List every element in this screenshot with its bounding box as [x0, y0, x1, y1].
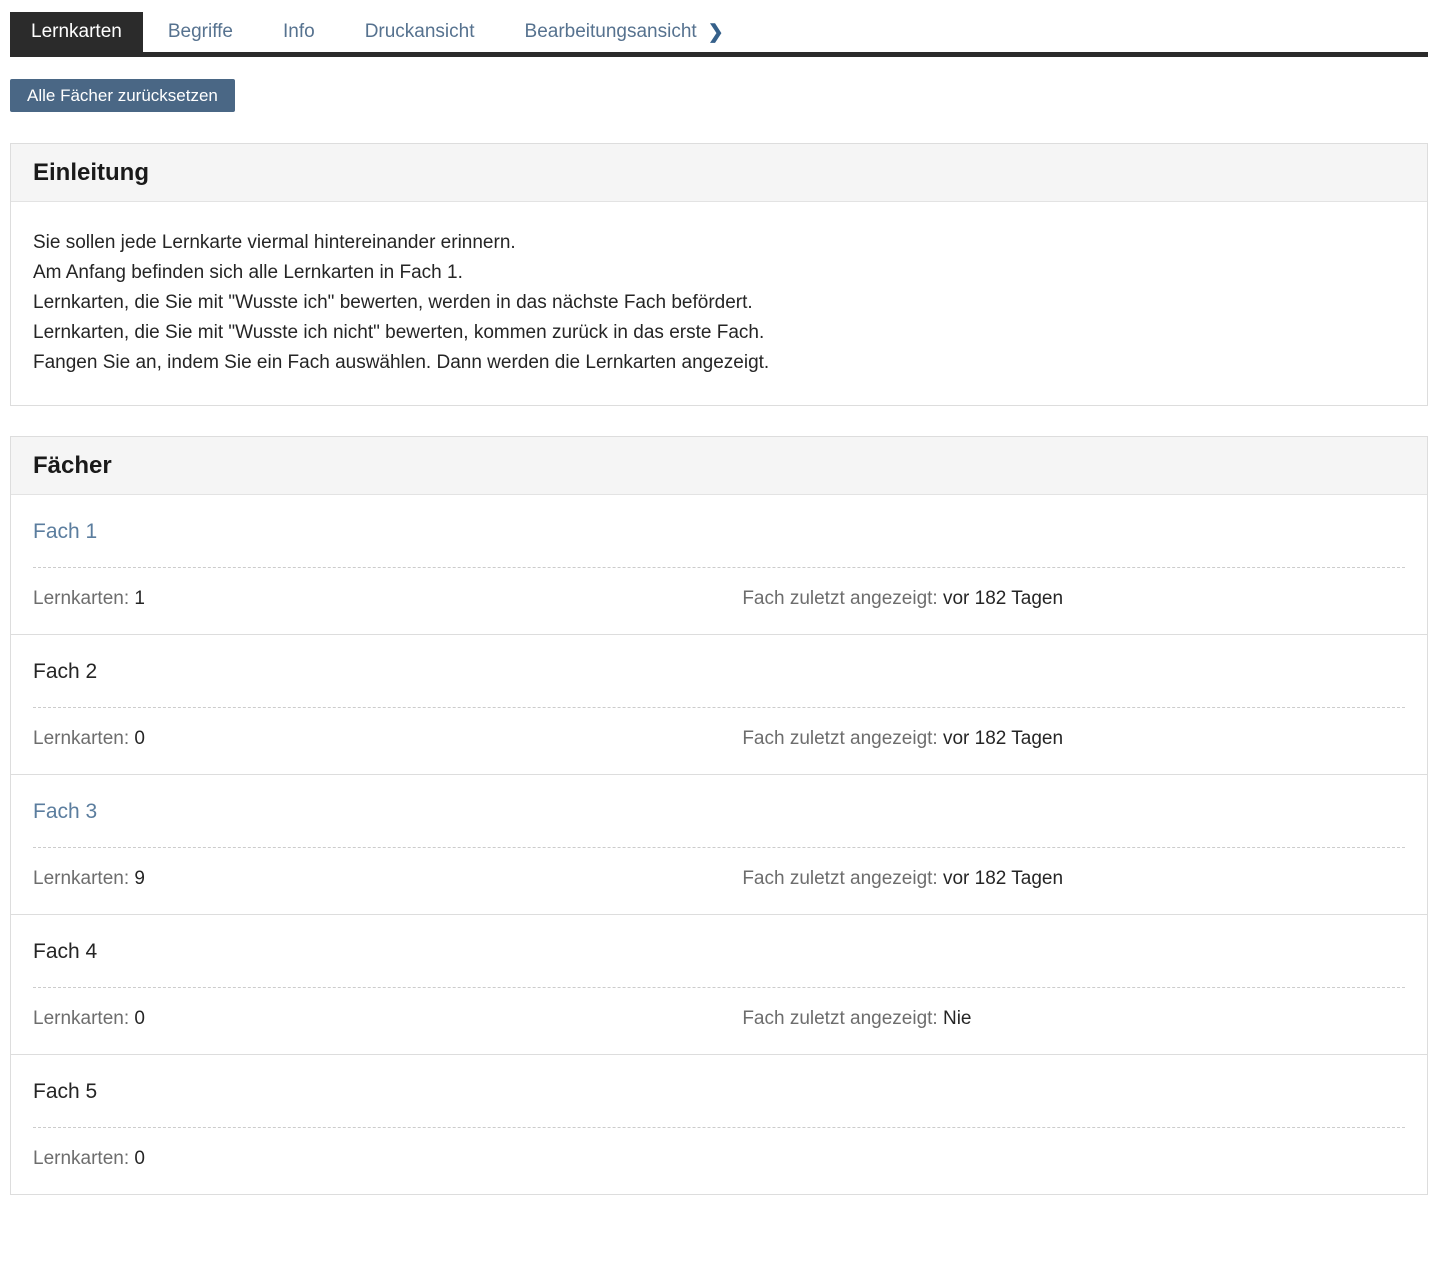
intro-line: Lernkarten, die Sie mit "Wusste ich nich…	[33, 318, 1405, 348]
faecher-panel-title: Fächer	[33, 451, 1405, 480]
last-shown-value: Nie	[943, 1008, 972, 1029]
cards-count-value: 0	[134, 1008, 145, 1029]
cards-count-label: Lernkarten:	[33, 868, 129, 889]
fach-row: Fach 4 Lernkarten: 0 Fach zuletzt angeze…	[11, 914, 1427, 1054]
cards-count-label: Lernkarten:	[33, 728, 129, 749]
fach-details: Lernkarten: 9 Fach zuletzt angezeigt: vo…	[33, 867, 1405, 891]
cards-count: Lernkarten: 0	[33, 727, 742, 751]
fach-details: Lernkarten: 0 Fach zuletzt angezeigt:	[33, 1147, 1405, 1171]
last-shown-label: Fach zuletzt angezeigt:	[742, 868, 937, 889]
row-divider	[33, 987, 1405, 988]
last-shown: Fach zuletzt angezeigt: Nie	[742, 1007, 1405, 1031]
fach-title-link[interactable]: Fach 3	[33, 799, 1405, 824]
tab-bearbeitungsansicht[interactable]: Bearbeitungsansicht ❯	[500, 12, 749, 52]
last-shown-label: Fach zuletzt angezeigt:	[742, 728, 937, 749]
cards-count: Lernkarten: 1	[33, 587, 742, 611]
intro-line: Sie sollen jede Lernkarte viermal hinter…	[33, 228, 1405, 258]
row-divider	[33, 847, 1405, 848]
tab-bar: Lernkarten Begriffe Info Druckansicht Be…	[10, 12, 1428, 57]
cards-count-label: Lernkarten:	[33, 1008, 129, 1029]
row-divider	[33, 1127, 1405, 1128]
intro-line: Am Anfang befinden sich alle Lernkarten …	[33, 258, 1405, 288]
intro-panel: Einleitung Sie sollen jede Lernkarte vie…	[10, 143, 1428, 406]
cards-count-value: 0	[134, 1148, 145, 1169]
last-shown: Fach zuletzt angezeigt: vor 182 Tagen	[742, 727, 1405, 751]
fach-row: Fach 1 Lernkarten: 1 Fach zuletzt angeze…	[11, 495, 1427, 634]
reset-all-faecher-button[interactable]: Alle Fächer zurücksetzen	[10, 79, 235, 112]
last-shown-value: vor 182 Tagen	[943, 588, 1063, 609]
chevron-right-icon: ❯	[708, 23, 724, 42]
cards-count-value: 0	[134, 728, 145, 749]
fach-details: Lernkarten: 0 Fach zuletzt angezeigt: Ni…	[33, 1007, 1405, 1031]
fach-title-link[interactable]: Fach 1	[33, 519, 1405, 544]
intro-panel-header: Einleitung	[11, 144, 1427, 202]
cards-count: Lernkarten: 9	[33, 867, 742, 891]
tab-druckansicht[interactable]: Druckansicht	[340, 12, 500, 52]
row-divider	[33, 567, 1405, 568]
last-shown-value: vor 182 Tagen	[943, 728, 1063, 749]
tab-begriffe[interactable]: Begriffe	[143, 12, 258, 52]
intro-line: Fangen Sie an, indem Sie ein Fach auswäh…	[33, 348, 1405, 378]
cards-count-label: Lernkarten:	[33, 1148, 129, 1169]
last-shown-label: Fach zuletzt angezeigt:	[742, 1008, 937, 1029]
tab-info[interactable]: Info	[258, 12, 340, 52]
fach-list: Fach 1 Lernkarten: 1 Fach zuletzt angeze…	[11, 495, 1427, 1194]
fach-details: Lernkarten: 0 Fach zuletzt angezeigt: vo…	[33, 727, 1405, 751]
last-shown: Fach zuletzt angezeigt: vor 182 Tagen	[742, 587, 1405, 611]
last-shown: Fach zuletzt angezeigt: vor 182 Tagen	[742, 867, 1405, 891]
fach-title: Fach 5	[33, 1079, 1405, 1104]
last-shown-value: vor 182 Tagen	[943, 868, 1063, 889]
cards-count-label: Lernkarten:	[33, 588, 129, 609]
page: Lernkarten Begriffe Info Druckansicht Be…	[10, 0, 1428, 1195]
row-divider	[33, 707, 1405, 708]
fach-row: Fach 5 Lernkarten: 0 Fach zuletzt angeze…	[11, 1054, 1427, 1194]
cards-count: Lernkarten: 0	[33, 1147, 742, 1171]
intro-panel-body: Sie sollen jede Lernkarte viermal hinter…	[11, 202, 1427, 405]
intro-panel-title: Einleitung	[33, 158, 1405, 187]
last-shown-label: Fach zuletzt angezeigt:	[742, 588, 937, 609]
tab-lernkarten[interactable]: Lernkarten	[10, 12, 143, 52]
fach-row: Fach 2 Lernkarten: 0 Fach zuletzt angeze…	[11, 634, 1427, 774]
fach-row: Fach 3 Lernkarten: 9 Fach zuletzt angeze…	[11, 774, 1427, 914]
fach-title: Fach 4	[33, 939, 1405, 964]
fach-title: Fach 2	[33, 659, 1405, 684]
cards-count-value: 9	[134, 868, 145, 889]
faecher-panel: Fächer Fach 1 Lernkarten: 1 Fach zuletzt…	[10, 436, 1428, 1195]
cards-count: Lernkarten: 0	[33, 1007, 742, 1031]
fach-details: Lernkarten: 1 Fach zuletzt angezeigt: vo…	[33, 587, 1405, 611]
intro-line: Lernkarten, die Sie mit "Wusste ich" bew…	[33, 288, 1405, 318]
faecher-panel-header: Fächer	[11, 437, 1427, 495]
cards-count-value: 1	[134, 588, 145, 609]
